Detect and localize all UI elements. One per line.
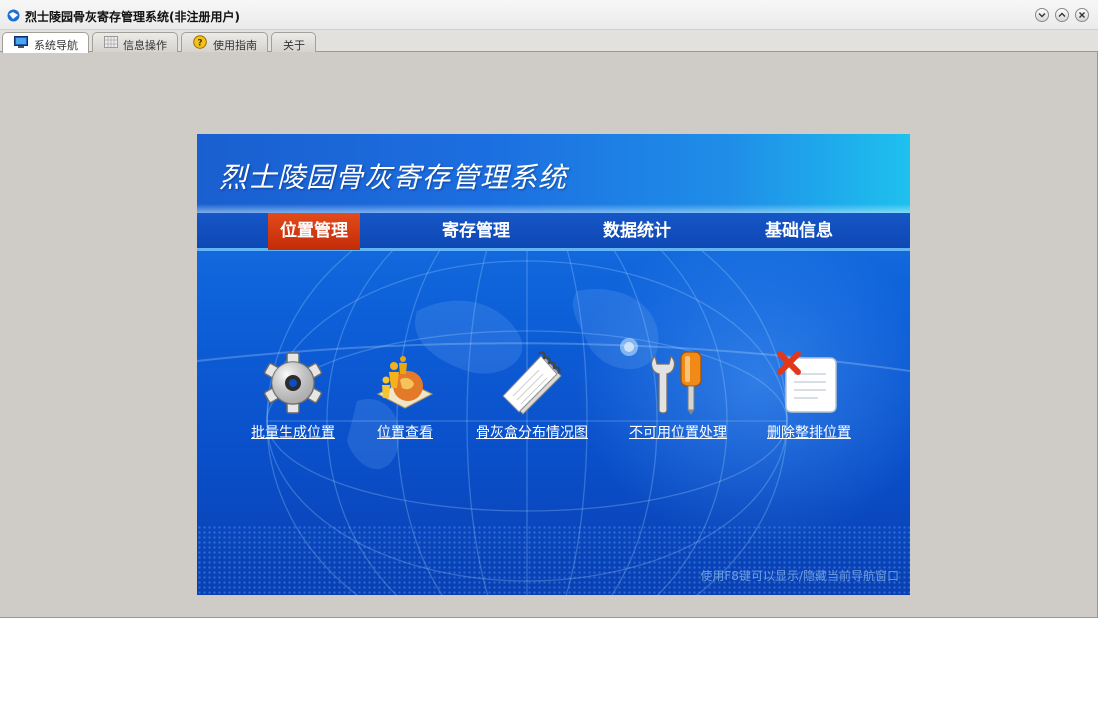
tab-about[interactable]: 关于	[271, 32, 316, 52]
notepad-icon	[502, 351, 562, 415]
app-logo-icon	[7, 9, 20, 22]
close-icon	[1079, 12, 1085, 18]
tool-delete-row-positions[interactable]: 删除整排位置	[764, 350, 854, 441]
menu-deposit-management[interactable]: 寄存管理	[430, 213, 522, 250]
tab-system-navigation[interactable]: 系统导航	[2, 32, 89, 53]
hint-text: 使用F8键可以显示/隐藏当前导航窗口	[700, 569, 899, 583]
gear-icon	[264, 352, 322, 414]
chevron-up-icon	[1058, 12, 1066, 17]
tool-label: 批量生成位置	[251, 425, 335, 441]
system-title: 烈士陵园骨灰寄存管理系统	[219, 161, 568, 194]
tab-strip: 系统导航 信息操作 ? 使用指南 关于	[0, 30, 1098, 53]
tab-label: 使用指南	[213, 39, 257, 52]
app-window: 烈士陵园骨灰寄存管理系统(非注册用户) 系统导航 信息操作 ? 使用指南 关于 …	[0, 0, 1098, 618]
grid-icon	[104, 36, 118, 48]
tool-unavailable-position-handling[interactable]: 不可用位置处理	[623, 350, 733, 441]
tab-label: 关于	[283, 39, 305, 52]
monitor-icon	[14, 36, 28, 48]
tool-label: 删除整排位置	[767, 425, 851, 441]
tab-label: 信息操作	[123, 39, 167, 52]
tool-batch-generate-positions[interactable]: 批量生成位置	[248, 350, 338, 441]
tab-user-guide[interactable]: ? 使用指南	[181, 32, 268, 52]
menu-basic-info[interactable]: 基础信息	[753, 213, 845, 250]
title-bar: 烈士陵园骨灰寄存管理系统(非注册用户)	[0, 0, 1098, 30]
tab-label: 系统导航	[34, 39, 78, 52]
maximize-button[interactable]	[1055, 8, 1069, 22]
tool-label: 位置查看	[377, 425, 433, 441]
people-globe-icon	[376, 356, 434, 409]
tool-label: 骨灰盒分布情况图	[476, 425, 588, 441]
delete-document-icon	[777, 351, 837, 413]
tab-info-operations[interactable]: 信息操作	[92, 32, 178, 52]
menu-data-statistics[interactable]: 数据统计	[591, 213, 683, 250]
close-button[interactable]	[1075, 8, 1089, 22]
tool-urn-distribution-map[interactable]: 骨灰盒分布情况图	[472, 350, 592, 441]
window-title: 烈士陵园骨灰寄存管理系统(非注册用户)	[25, 10, 240, 24]
help-icon: ?	[193, 35, 207, 49]
tool-label: 不可用位置处理	[629, 425, 727, 441]
menu-location-management[interactable]: 位置管理	[268, 213, 360, 250]
navigation-panel: 烈士陵园骨灰寄存管理系统 位置管理 寄存管理 数据统计 基础信息 批量生成位置 …	[197, 134, 910, 595]
banner: 烈士陵园骨灰寄存管理系统	[197, 134, 910, 214]
tools-icon	[650, 351, 702, 415]
chevron-down-icon	[1038, 13, 1046, 18]
minimize-button[interactable]	[1035, 8, 1049, 22]
dot-pattern	[197, 525, 910, 595]
menu-bar: 位置管理 寄存管理 数据统计 基础信息	[197, 213, 910, 251]
tool-view-positions[interactable]: 位置查看	[360, 350, 450, 441]
svg-text:?: ?	[197, 39, 202, 49]
